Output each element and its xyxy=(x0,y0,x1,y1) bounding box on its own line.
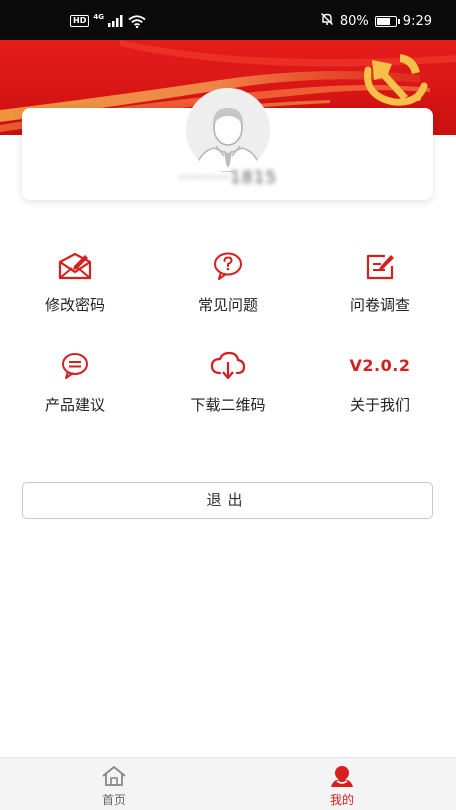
mute-bell-icon xyxy=(320,12,334,30)
user-icon xyxy=(302,764,382,788)
home-icon xyxy=(74,764,154,788)
emblem-icon xyxy=(358,50,430,110)
status-right: 80% 9:29 xyxy=(320,11,432,31)
wifi-icon xyxy=(128,14,146,28)
nav-home[interactable]: 首页 xyxy=(74,764,154,808)
download-qrcode-label: 下载二维码 xyxy=(190,396,266,414)
battery-level xyxy=(376,17,391,25)
status-bar: HD 4G 80% 9:29 xyxy=(0,0,456,40)
change-password-label: 修改密码 xyxy=(44,296,105,314)
username: ········1815 xyxy=(0,168,456,188)
survey-edit-icon xyxy=(305,246,455,286)
about-us-label: 关于我们 xyxy=(349,396,410,414)
about-us-button[interactable]: V2.0.2 关于我们 xyxy=(305,346,455,415)
signal-icon xyxy=(107,15,124,27)
app-version: V2.0.2 xyxy=(349,356,411,375)
question-bubble-icon xyxy=(153,246,303,286)
battery-percent: 80% xyxy=(339,13,369,29)
avatar[interactable] xyxy=(186,88,270,172)
battery-icon xyxy=(374,15,400,27)
nav-home-label: 首页 xyxy=(101,793,126,807)
faq-button[interactable]: 常见问题 xyxy=(153,246,303,315)
envelope-edit-icon xyxy=(0,246,150,286)
hd-badge: HD xyxy=(70,15,90,27)
survey-button[interactable]: 问卷调查 xyxy=(305,246,455,315)
status-left: HD 4G xyxy=(70,13,146,29)
clock: 9:29 xyxy=(402,13,432,29)
nav-mine[interactable]: 我的 xyxy=(302,764,382,808)
bottom-nav: 首页 我的 xyxy=(0,757,456,810)
download-qrcode-button[interactable]: 下载二维码 xyxy=(153,346,303,415)
logout-button[interactable]: 退出 xyxy=(22,482,433,519)
change-password-button[interactable]: 修改密码 xyxy=(0,246,150,315)
product-suggestion-label: 产品建议 xyxy=(44,396,105,414)
product-suggestion-button[interactable]: 产品建议 xyxy=(0,346,150,415)
survey-label: 问卷调查 xyxy=(349,296,410,314)
nav-mine-label: 我的 xyxy=(329,793,354,807)
network-type: 4G xyxy=(93,13,104,21)
username-text: ········1815 xyxy=(178,168,278,188)
cloud-download-icon xyxy=(153,346,303,386)
faq-label: 常见问题 xyxy=(197,296,258,314)
chat-bubble-icon xyxy=(0,346,150,386)
